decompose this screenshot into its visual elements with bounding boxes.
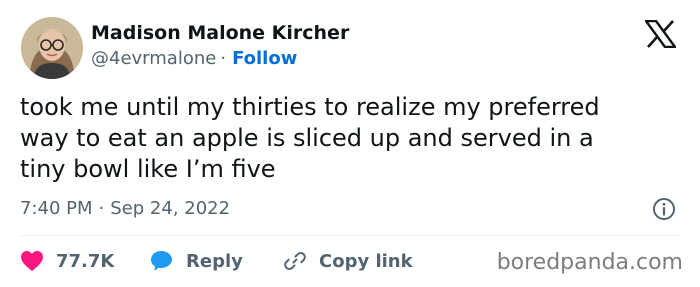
speech-bubble-icon	[151, 251, 172, 271]
tweet-date[interactable]: Sep 24, 2022	[110, 198, 230, 219]
copy-link-button[interactable]: Copy link	[283, 249, 413, 273]
handle-separator: ·	[220, 48, 227, 69]
heart-icon	[21, 251, 43, 271]
like-button[interactable]: 77.7K	[20, 250, 150, 272]
divider	[20, 235, 680, 236]
meta-separator: ·	[98, 198, 105, 219]
like-count: 77.7K	[56, 250, 115, 272]
action-bar: 77.7K Reply Copy link	[20, 248, 413, 274]
x-logo-icon[interactable]	[645, 20, 676, 48]
author-handle-row: @4evrmalone · Follow	[91, 48, 297, 69]
link-icon	[284, 252, 306, 270]
info-icon[interactable]	[652, 197, 676, 221]
author-handle[interactable]: @4evrmalone	[91, 48, 216, 69]
tweet-time[interactable]: 7:40 PM	[20, 198, 93, 219]
tweet-text: took me until my thirties to realize my …	[20, 93, 600, 183]
reply-button[interactable]: Reply	[150, 250, 283, 272]
tweet-meta: 7:40 PM · Sep 24, 2022	[20, 198, 230, 219]
author-name[interactable]: Madison Malone Kircher	[91, 22, 349, 44]
avatar[interactable]	[21, 17, 83, 79]
follow-button[interactable]: Follow	[232, 48, 297, 69]
copy-link-label: Copy link	[319, 250, 413, 272]
reply-label: Reply	[186, 250, 243, 272]
watermark: boredpanda.com	[496, 250, 683, 275]
